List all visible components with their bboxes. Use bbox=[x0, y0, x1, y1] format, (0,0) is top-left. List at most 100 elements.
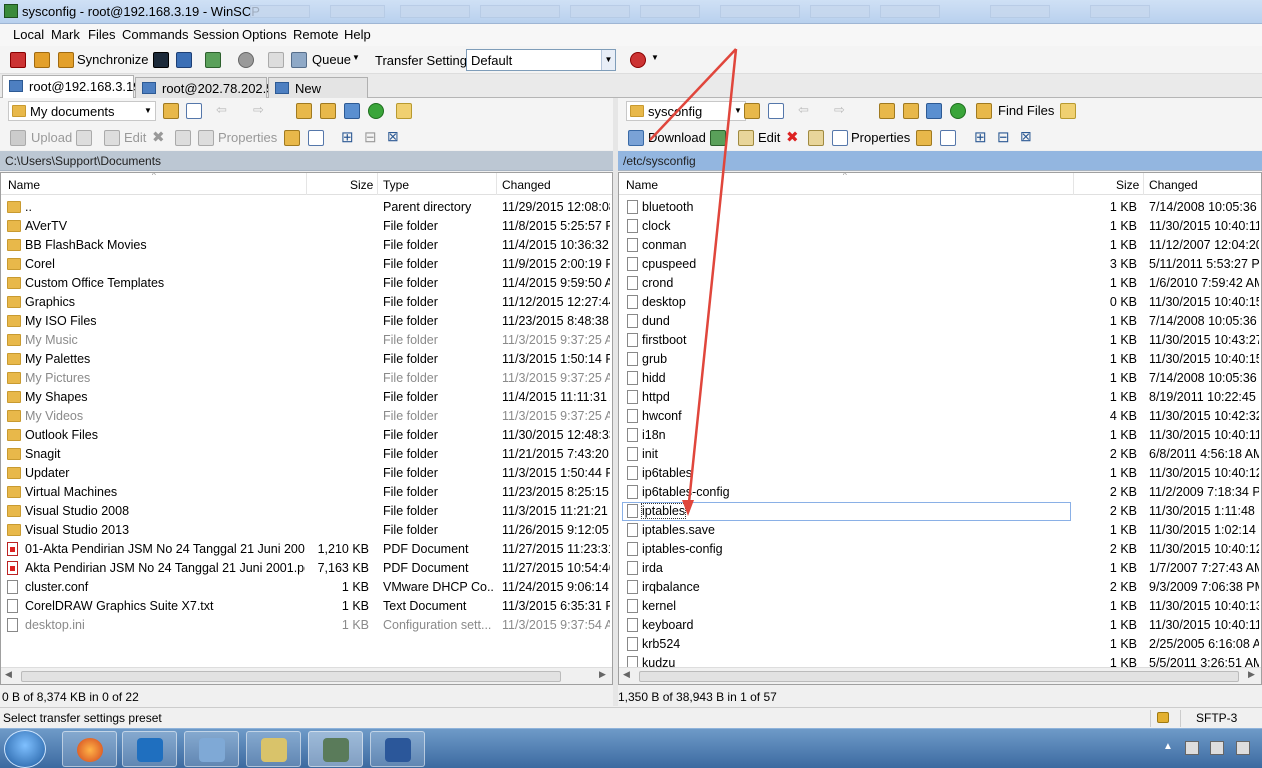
menu-commands[interactable]: Commands bbox=[122, 27, 188, 42]
rename-icon[interactable] bbox=[175, 130, 191, 146]
transfer-options-icon[interactable] bbox=[76, 130, 92, 146]
taskbar-firefox[interactable] bbox=[62, 731, 117, 767]
unselect-icon[interactable]: ⊟ bbox=[364, 128, 377, 146]
root-directory-icon[interactable] bbox=[903, 103, 919, 119]
column-separator[interactable] bbox=[1143, 173, 1144, 195]
download-button[interactable]: Download bbox=[648, 130, 706, 145]
rename-icon[interactable] bbox=[808, 130, 824, 146]
table-row[interactable]: Akta Pendirian JSM No 24 Tanggal 21 Juni… bbox=[1, 559, 612, 578]
home-icon[interactable] bbox=[926, 103, 942, 119]
table-row[interactable]: Corel File folder 11/9/2015 2:00:19 PM bbox=[1, 255, 612, 274]
select-all-icon[interactable]: ⊞ bbox=[974, 128, 987, 146]
left-location-select[interactable]: My documents ▼ bbox=[8, 101, 156, 121]
compare-directories-icon[interactable] bbox=[10, 52, 26, 68]
tree-icon[interactable] bbox=[1060, 103, 1076, 119]
refresh-icon[interactable] bbox=[950, 103, 966, 119]
clipboard-icon[interactable] bbox=[268, 52, 284, 68]
delete-icon[interactable]: ✖ bbox=[152, 128, 165, 146]
tray-expand-icon[interactable]: ▲ bbox=[1163, 741, 1177, 755]
table-row[interactable]: iptables.save 1 KB 11/30/2015 1:02:14 PM bbox=[619, 521, 1261, 540]
table-row[interactable]: My Shapes File folder 11/4/2015 11:11:31 A… bbox=[1, 388, 612, 407]
table-row[interactable]: krb524 1 KB 2/25/2005 6:16:08 AM bbox=[619, 635, 1261, 654]
table-row[interactable]: Visual Studio 2008 File folder 11/3/2015 1… bbox=[1, 502, 612, 521]
table-row[interactable]: irda 1 KB 1/7/2007 7:27:43 AM bbox=[619, 559, 1261, 578]
table-row[interactable]: hwconf 4 KB 11/30/2015 10:42:32 AM bbox=[619, 407, 1261, 426]
invert-selection-icon[interactable]: ⊠ bbox=[1020, 128, 1032, 145]
tab-new-session[interactable]: New Session bbox=[268, 77, 368, 111]
transfer-mode-icon[interactable] bbox=[630, 52, 646, 68]
left-file-list[interactable]: Name ^ Size Type Changed .. Parent direct… bbox=[0, 172, 613, 685]
transfer-options-icon[interactable] bbox=[710, 130, 726, 146]
table-row[interactable]: cluster.conf 1 KB VMware DHCP Co... 11/24/2… bbox=[1, 578, 612, 597]
chevron-down-icon[interactable]: ▼ bbox=[651, 53, 659, 62]
table-row[interactable]: init 2 KB 6/8/2011 4:56:18 AM bbox=[619, 445, 1261, 464]
table-row[interactable]: CorelDRAW Graphics Suite X7.txt 1 KB Text … bbox=[1, 597, 612, 616]
table-row[interactable]: clock 1 KB 11/30/2015 10:40:11 AM bbox=[619, 217, 1261, 236]
table-row[interactable]: Visual Studio 2013 File folder 11/26/2015 … bbox=[1, 521, 612, 540]
upload-button[interactable]: Upload bbox=[31, 130, 72, 145]
right-path-bar[interactable]: /etc/sysconfig bbox=[618, 151, 1262, 171]
filter-icon[interactable] bbox=[768, 103, 784, 119]
right-horizontal-scrollbar[interactable]: ◀ ▶ bbox=[619, 667, 1261, 684]
edit-button[interactable]: Edit bbox=[124, 130, 146, 145]
scroll-left-icon[interactable]: ◀ bbox=[5, 669, 12, 680]
parent-directory-icon[interactable] bbox=[296, 103, 312, 119]
table-row[interactable]: 01-Akta Pendirian JSM No 24 Tanggal 21 J… bbox=[1, 540, 612, 559]
table-row[interactable]: ip6tables-config 2 KB 11/2/2009 7:18:34 PM bbox=[619, 483, 1261, 502]
table-row[interactable]: Outlook Files File folder 11/30/2015 12:48… bbox=[1, 426, 612, 445]
chevron-down-icon[interactable]: ▼ bbox=[352, 53, 360, 62]
table-row[interactable]: dund 1 KB 7/14/2008 10:05:36 PM bbox=[619, 312, 1261, 331]
chevron-down-icon[interactable]: ▼ bbox=[601, 50, 615, 70]
table-row[interactable]: irqbalance 2 KB 9/3/2009 7:06:38 PM bbox=[619, 578, 1261, 597]
column-name[interactable]: Name bbox=[626, 178, 658, 192]
forward-arrow-icon[interactable]: ⇨ bbox=[253, 102, 264, 118]
table-row[interactable]: .. Parent directory 11/29/2015 12:08:08 bbox=[1, 198, 612, 217]
table-row[interactable]: crond 1 KB 1/6/2010 7:59:42 AM bbox=[619, 274, 1261, 293]
table-row[interactable]: ip6tables 1 KB 11/30/2015 10:40:12 AM bbox=[619, 464, 1261, 483]
new-folder-icon[interactable] bbox=[916, 130, 932, 146]
table-row[interactable]: Updater File folder 11/3/2015 1:50:44 PM bbox=[1, 464, 612, 483]
table-row[interactable]: My Pictures File folder 11/3/2015 9:37:25 … bbox=[1, 369, 612, 388]
new-file-icon[interactable] bbox=[308, 130, 324, 146]
table-row[interactable]: keyboard 1 KB 11/30/2015 10:40:11 AM bbox=[619, 616, 1261, 635]
table-row[interactable]: grub 1 KB 11/30/2015 10:40:15 AM bbox=[619, 350, 1261, 369]
menu-mark[interactable]: Mark bbox=[51, 27, 80, 42]
tab-session-1[interactable]: root@192.168.3.19 bbox=[2, 75, 141, 98]
sync-dirs-icon[interactable] bbox=[205, 52, 221, 68]
back-arrow-icon[interactable]: ⇦ bbox=[216, 102, 227, 118]
taskbar-network[interactable] bbox=[246, 731, 301, 767]
refresh-icon[interactable] bbox=[368, 103, 384, 119]
parent-directory-icon[interactable] bbox=[879, 103, 895, 119]
filter-icon[interactable] bbox=[186, 103, 202, 119]
column-separator[interactable] bbox=[306, 173, 307, 195]
taskbar-winscp[interactable] bbox=[308, 731, 363, 767]
table-row[interactable]: httpd 1 KB 8/19/2011 10:22:45 PM bbox=[619, 388, 1261, 407]
column-name[interactable]: Name bbox=[8, 178, 40, 192]
edit-button[interactable]: Edit bbox=[758, 130, 780, 145]
tray-action-center-icon[interactable] bbox=[1210, 741, 1224, 755]
table-row[interactable]: Custom Office Templates File folder 11/4/2… bbox=[1, 274, 612, 293]
table-row[interactable]: Graphics File folder 11/12/2015 12:27:44 bbox=[1, 293, 612, 312]
table-row[interactable]: My Music File folder 11/3/2015 9:37:25 AM bbox=[1, 331, 612, 350]
table-row[interactable]: My ISO Files File folder 11/23/2015 8:48:3… bbox=[1, 312, 612, 331]
table-row[interactable]: BB FlashBack Movies File folder 11/4/2015 … bbox=[1, 236, 612, 255]
right-location-select[interactable]: sysconfig ▼ bbox=[626, 101, 746, 121]
taskbar-outlook[interactable] bbox=[122, 731, 177, 767]
tray-network-icon[interactable] bbox=[1185, 741, 1199, 755]
gear-icon[interactable] bbox=[238, 52, 254, 68]
queue-button[interactable]: Queue bbox=[312, 52, 351, 67]
table-row-selected[interactable]: iptables 2 KB 11/30/2015 1:11:48 PM bbox=[619, 502, 1261, 521]
table-row[interactable]: Snagit File folder 11/21/2015 7:43:20 PM bbox=[1, 445, 612, 464]
table-row[interactable]: kernel 1 KB 11/30/2015 10:40:13 AM bbox=[619, 597, 1261, 616]
chevron-down-icon[interactable]: ▼ bbox=[731, 102, 745, 120]
unselect-icon[interactable]: ⊟ bbox=[997, 128, 1010, 146]
scroll-right-icon[interactable]: ▶ bbox=[1248, 669, 1255, 680]
windows-start-icon[interactable] bbox=[4, 730, 46, 768]
menu-local[interactable]: Local bbox=[13, 27, 44, 42]
table-row[interactable]: hidd 1 KB 7/14/2008 10:05:36 PM bbox=[619, 369, 1261, 388]
forward-arrow-icon[interactable]: ⇨ bbox=[834, 102, 845, 118]
scroll-right-icon[interactable]: ▶ bbox=[599, 669, 606, 680]
putty-icon[interactable] bbox=[176, 52, 192, 68]
scroll-thumb[interactable] bbox=[639, 671, 1239, 682]
column-separator[interactable] bbox=[377, 173, 378, 195]
